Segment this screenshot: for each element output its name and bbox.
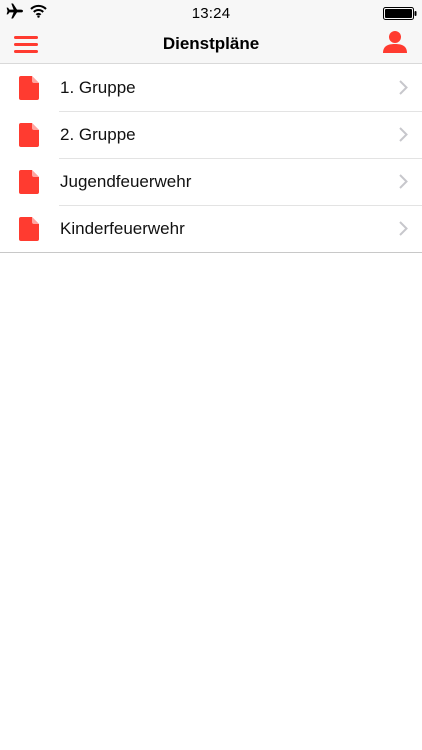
chevron-right-icon	[399, 174, 408, 189]
list-item[interactable]: Kinderfeuerwehr	[0, 205, 422, 252]
document-icon	[19, 217, 39, 241]
chevron-right-icon	[399, 221, 408, 236]
chevron-right-icon	[399, 127, 408, 142]
list-item-label: 2. Gruppe	[60, 125, 136, 144]
chevron-right-icon	[399, 80, 408, 95]
page-title: Dienstpläne	[162, 34, 260, 53]
document-icon	[19, 76, 39, 100]
document-icon	[19, 123, 39, 147]
list-item[interactable]: 2. Gruppe	[0, 111, 422, 158]
battery-icon	[383, 7, 417, 20]
document-icon	[19, 170, 39, 194]
person-icon[interactable]	[382, 29, 408, 55]
list-item[interactable]: Jugendfeuerwehr	[0, 158, 422, 205]
status-bar: 13:24	[0, 0, 422, 26]
dienstplan-list: 1. Gruppe 2. Gruppe Jugendfeuerwehr Kind…	[0, 63, 422, 253]
list-item-label: 1. Gruppe	[60, 78, 136, 97]
list-item[interactable]: 1. Gruppe	[0, 64, 422, 111]
status-time: 13:24	[191, 5, 231, 22]
screen: 13:24 Dienstpläne 1. Gruppe 2. Gruppe Ju…	[0, 0, 422, 750]
list-item-label: Jugendfeuerwehr	[60, 172, 192, 191]
list-item-label: Kinderfeuerwehr	[60, 219, 185, 238]
navigation-bar: Dienstpläne	[0, 26, 422, 63]
